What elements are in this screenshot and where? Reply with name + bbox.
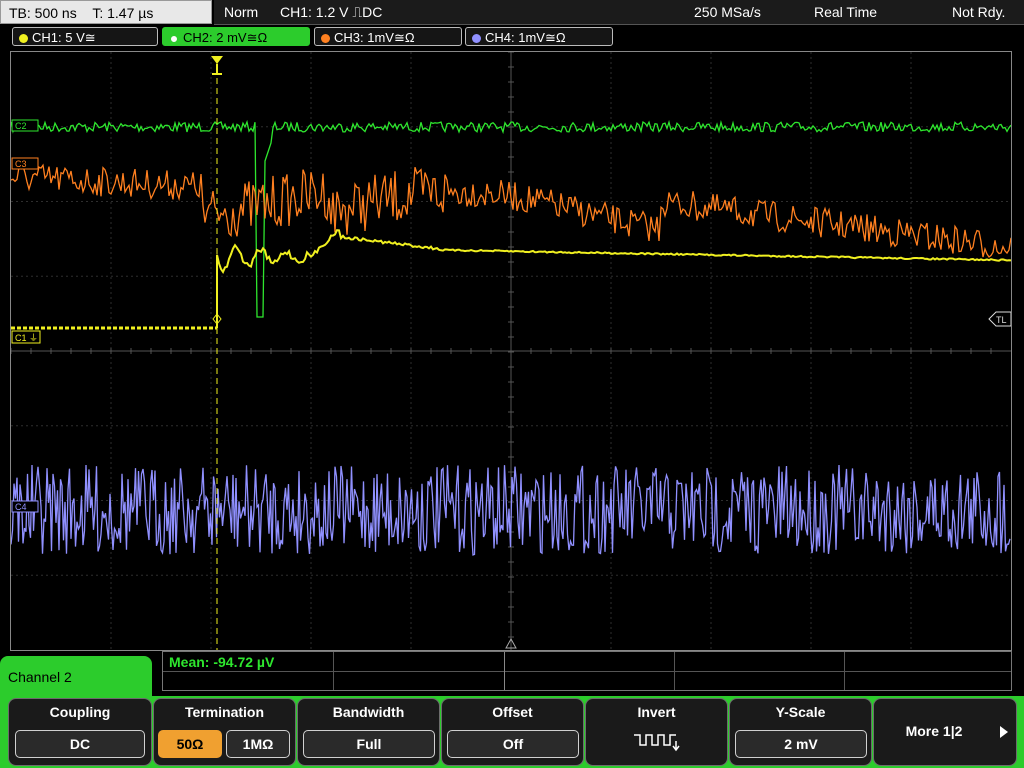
ch4-label: CH4: 1mV≅Ω — [485, 30, 566, 45]
meas-grid-line — [333, 652, 334, 690]
waveform-display[interactable]: T C2 C3 C1 ⏚ C4 TL — [10, 51, 1012, 651]
svg-text:⏚: ⏚ — [29, 333, 38, 344]
svg-text:C4: C4 — [15, 502, 27, 512]
coupling-title: Coupling — [49, 704, 111, 720]
tab-ch4[interactable]: CH4: 1mV≅Ω — [465, 27, 613, 46]
svg-text:C2: C2 — [15, 121, 27, 131]
meas-grid-line — [674, 652, 675, 690]
next-page-icon — [1000, 726, 1008, 738]
trigger-setting[interactable]: CH1: 1.2 V ⎍DC — [280, 0, 382, 24]
mean-measurement: Mean: -94.72 µV — [169, 654, 275, 670]
acquisition-mode: Real Time — [814, 4, 878, 20]
ch2-label: CH2: 2 mV≅Ω — [183, 30, 268, 45]
offset-softkey[interactable]: Offset Off — [441, 698, 584, 766]
offset-title: Offset — [492, 704, 533, 720]
coupling-softkey[interactable]: Coupling DC — [8, 698, 152, 766]
tab-ch3[interactable]: CH3: 1mV≅Ω — [314, 27, 462, 46]
svg-text:TL: TL — [996, 315, 1007, 325]
menu-title-tab: Channel 2 — [0, 656, 152, 696]
menu-title: Channel 2 — [8, 669, 72, 685]
status-bar: TB: 500 ns T: 1.47 µs Norm CH1: 1.2 V ⎍D… — [0, 0, 1024, 26]
ch1-label: CH1: 5 V≅ — [32, 30, 96, 45]
invert-softkey[interactable]: Invert — [585, 698, 728, 766]
trigger-level-marker[interactable]: TL — [988, 311, 1011, 327]
trigger-time-value: T: 1.47 µs — [92, 5, 154, 21]
more-label: More 1|2 — [905, 723, 963, 739]
ch3-label: CH3: 1mV≅Ω — [334, 30, 415, 45]
channel-tabs: CH1: 5 V≅ CH2: 2 mV≅Ω CH3: 1mV≅Ω CH4: 1m… — [0, 27, 1024, 49]
bandwidth-title: Bandwidth — [332, 704, 405, 720]
ch2-offset-marker[interactable]: C2 — [11, 119, 39, 132]
measurement-panel: Mean: -94.72 µV — [162, 651, 1012, 691]
invert-waveform-icon — [634, 734, 680, 752]
termination-1mohm-button[interactable]: 1MΩ — [226, 730, 290, 758]
invert-title: Invert — [637, 704, 676, 720]
ch1-offset-marker[interactable]: C1 ⏚ — [11, 330, 41, 344]
ch3-color-icon — [321, 34, 330, 44]
meas-grid-line — [504, 652, 505, 690]
coupling-value-button[interactable]: DC — [15, 730, 145, 758]
offset-value-button[interactable]: Off — [447, 730, 579, 758]
ch3-offset-marker[interactable]: C3 — [11, 157, 39, 170]
bandwidth-value-button[interactable]: Full — [303, 730, 435, 758]
tab-ch1[interactable]: CH1: 5 V≅ — [12, 27, 158, 46]
trigger-position-icon[interactable] — [211, 56, 223, 75]
ch1-color-icon — [19, 34, 28, 44]
ch4-offset-marker[interactable]: C4 — [11, 500, 39, 513]
svg-text:C3: C3 — [15, 159, 27, 169]
trigger-marker-label: T — [217, 53, 218, 55]
termination-title: Termination — [184, 704, 265, 720]
more-softkey[interactable]: More 1|2 — [873, 698, 1017, 766]
trigger-mode[interactable]: Norm — [224, 0, 258, 24]
ch2-color-icon — [169, 33, 179, 44]
ch4-color-icon — [472, 34, 481, 44]
sample-rate: 250 MSa/s — [694, 4, 761, 20]
acquisition-status: Norm CH1: 1.2 V ⎍DC 250 MSa/s Real Time … — [214, 0, 1024, 25]
run-status: Not Rdy. — [952, 4, 1006, 20]
graticule — [11, 52, 1011, 650]
meas-divider — [163, 671, 1011, 672]
yscale-title: Y-Scale — [775, 704, 826, 720]
timebase-value: TB: 500 ns — [9, 5, 77, 21]
timebase-box[interactable]: TB: 500 ns T: 1.47 µs — [0, 0, 212, 24]
yscale-value-button[interactable]: 2 mV — [735, 730, 867, 758]
tab-ch2[interactable]: CH2: 2 mV≅Ω — [162, 27, 310, 46]
meas-grid-line — [844, 652, 845, 690]
yscale-softkey[interactable]: Y-Scale 2 mV — [729, 698, 872, 766]
termination-50ohm-button[interactable]: 50Ω — [158, 730, 222, 758]
waveform-canvas: T C2 C3 C1 ⏚ C4 TL — [11, 52, 1011, 650]
bandwidth-softkey[interactable]: Bandwidth Full — [297, 698, 440, 766]
svg-text:C1: C1 — [15, 333, 27, 343]
termination-softkey[interactable]: Termination 50Ω 1MΩ — [153, 698, 296, 766]
